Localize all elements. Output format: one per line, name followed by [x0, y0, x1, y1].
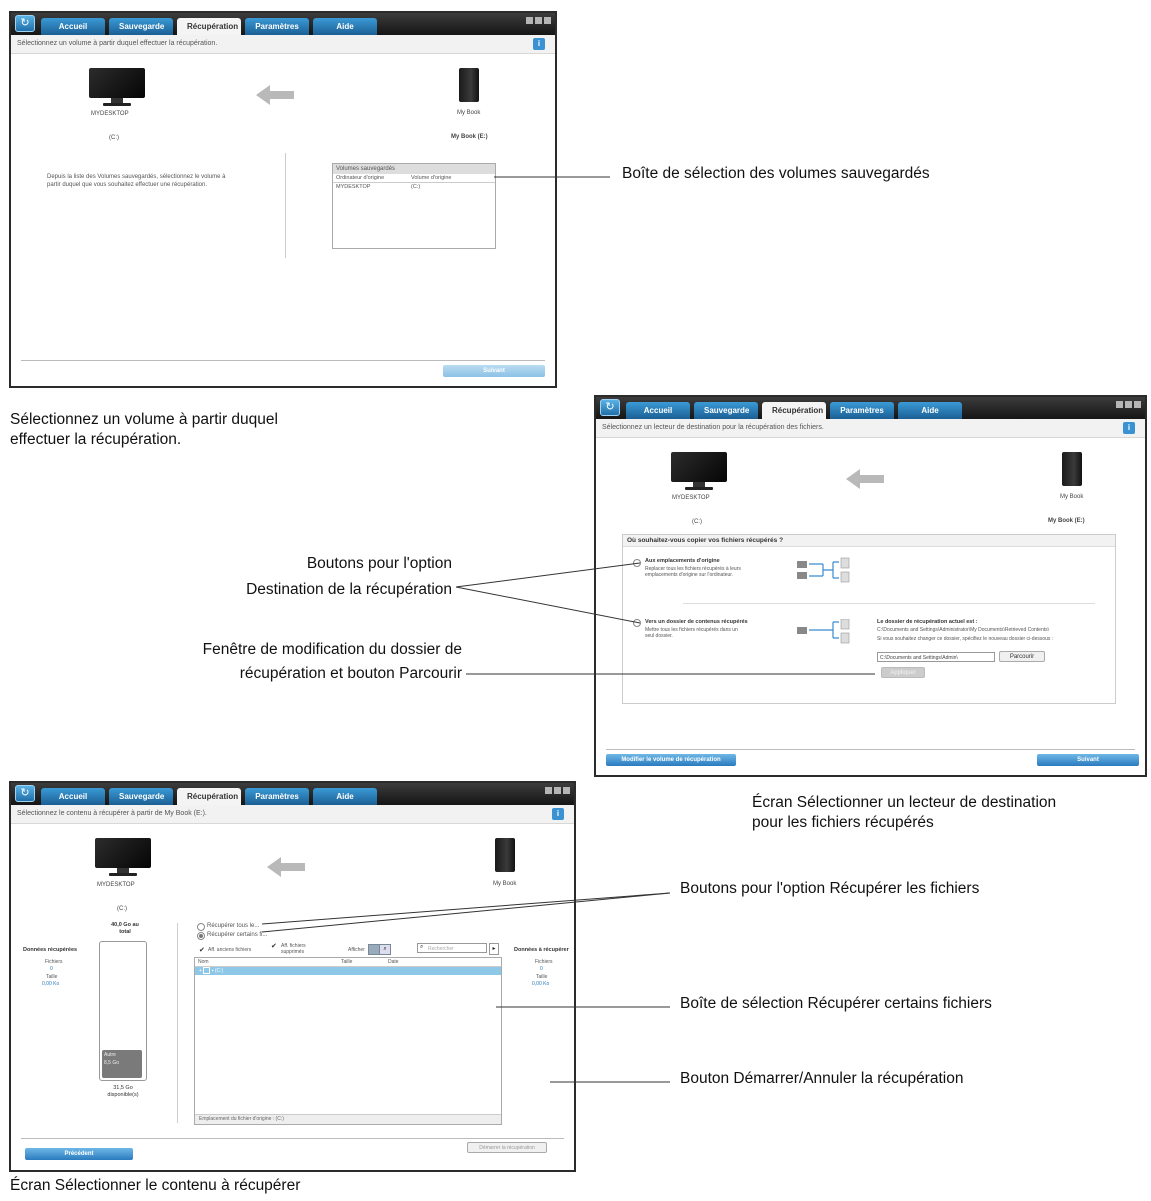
leader-lines: [261, 176, 875, 1083]
